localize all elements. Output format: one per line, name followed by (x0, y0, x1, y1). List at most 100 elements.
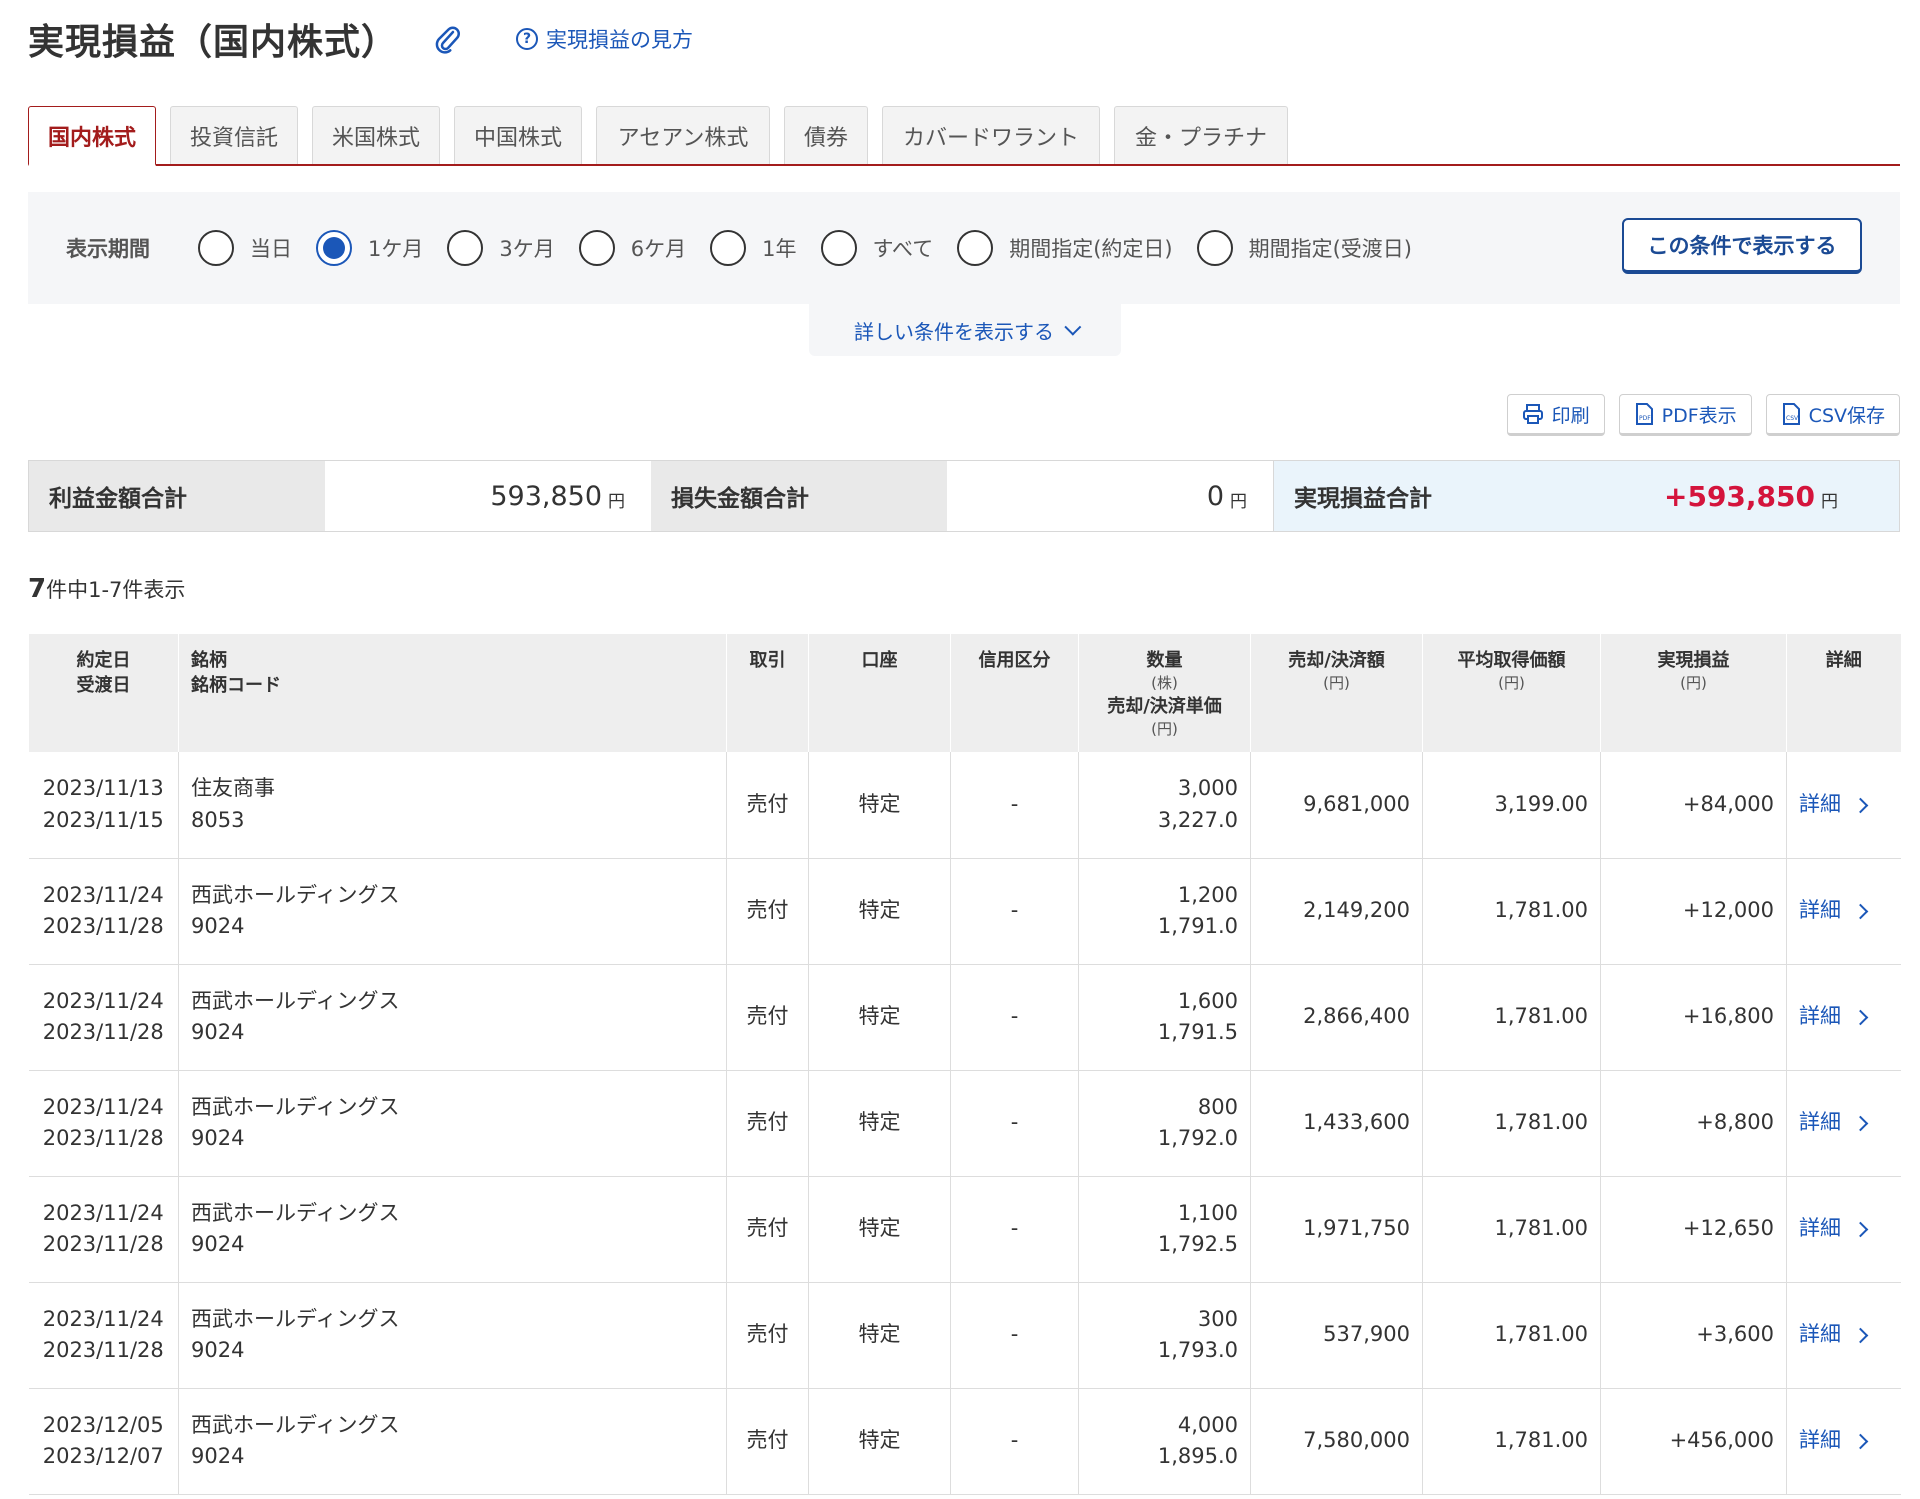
print-label: 印刷 (1551, 404, 1590, 427)
cell-credit: - (950, 1070, 1079, 1177)
table-row: 2023/11/24 2023/11/28 西武ホールディングス 9024 売付 特定 -3… (28, 1282, 1901, 1389)
header-pl-unit: (円) (1680, 674, 1707, 693)
cell-realized-pl: +12,650 (1600, 1176, 1787, 1283)
cell-amount: 2,866,400 (1250, 964, 1423, 1071)
detail-link[interactable]: 詳細 (1787, 1004, 1869, 1028)
cell-account: 特定 (808, 1282, 951, 1389)
cell-account: 特定 (808, 1176, 951, 1283)
cell-qty-price: 1,200 1,791.0 (1078, 858, 1251, 965)
radio-6months[interactable]: 6ケ月 (578, 230, 686, 266)
detail-label: 詳細 (1799, 1216, 1841, 1241)
radio-1year[interactable]: 1年 (710, 230, 797, 266)
header-settle-date: 受渡日 (76, 675, 131, 697)
cell-dates: 2023/11/24 2023/11/28 (28, 964, 179, 1071)
header-security: 銘柄 (191, 650, 227, 671)
page-title: 実現損益（国内株式） (28, 22, 399, 63)
more-conditions-label: 詳しい条件を表示する (854, 319, 1054, 344)
trade-date: 2023/11/24 (42, 1094, 164, 1119)
radio-3months[interactable]: 3ケ月 (447, 230, 555, 266)
sell-price: 1,792.0 (1157, 1126, 1238, 1150)
profit-total-amount: 593,850 (490, 480, 602, 512)
radio-circle[interactable] (447, 230, 484, 266)
cell-trade: 売付 (726, 1282, 809, 1389)
radio-today[interactable]: 当日 (198, 230, 292, 266)
radio-range-trade-date[interactable]: 期間指定(約定日) (957, 230, 1173, 266)
security-name: 西武ホールディングス (191, 1200, 400, 1225)
printer-icon (1522, 404, 1543, 424)
quantity: 3,000 (1177, 776, 1238, 801)
tab-domestic-stock[interactable]: 国内株式 (28, 106, 156, 166)
cell-qty-price: 1,100 1,792.5 (1078, 1176, 1251, 1283)
radio-circle[interactable] (820, 230, 857, 266)
trade-date: 2023/11/24 (42, 882, 164, 907)
trade-date: 2023/11/24 (42, 1306, 164, 1331)
cell-qty-price: 3,000 3,227.0 (1078, 752, 1251, 859)
trade-date: 2023/12/05 (42, 1412, 164, 1437)
apply-filter-button[interactable]: この条件で表示する (1622, 218, 1862, 274)
chevron-right-icon (1852, 1009, 1869, 1026)
radio-circle[interactable] (710, 230, 747, 266)
detail-link[interactable]: 詳細 (1787, 1322, 1869, 1346)
cell-security: 西武ホールディングス 9024 (178, 1070, 727, 1177)
radio-label: すべて (872, 237, 934, 261)
radio-circle-checked[interactable] (316, 230, 352, 266)
radio-label: 期間指定(受渡日) (1248, 237, 1412, 261)
result-range: 件中1-7件表示 (46, 578, 186, 602)
radio-range-settle-date[interactable]: 期間指定(受渡日) (1196, 230, 1412, 266)
radio-circle[interactable] (578, 230, 615, 266)
tab-covered-warrant[interactable]: カバードワラント (882, 106, 1100, 164)
radio-1month[interactable]: 1ケ月 (316, 230, 423, 266)
tab-gold-platinum[interactable]: 金・プラチナ (1114, 106, 1288, 164)
cell-trade: 売付 (726, 752, 809, 859)
cell-credit: - (950, 964, 1079, 1071)
cell-qty-price: 4,000 1,895.0 (1078, 1388, 1251, 1495)
help-link[interactable]: ? 実現損益の見方 (516, 24, 693, 54)
pdf-button[interactable]: PDF PDF表示 (1618, 394, 1752, 436)
cell-security: 住友商事 8053 (178, 752, 727, 859)
quantity: 4,000 (1177, 1412, 1238, 1437)
detail-link[interactable]: 詳細 (1787, 1216, 1869, 1241)
tab-us-stock[interactable]: 米国株式 (312, 106, 440, 164)
col-avg-cost: 平均取得価額 (円) (1422, 634, 1601, 752)
cell-avg-cost: 1,781.00 (1422, 858, 1601, 965)
profit-total-value: 593,850 円 (325, 461, 651, 531)
cell-detail: 詳細 (1786, 1388, 1901, 1495)
radio-label: 3ケ月 (499, 237, 555, 261)
sell-price: 1,791.5 (1157, 1020, 1238, 1044)
trade-date: 2023/11/24 (42, 988, 164, 1013)
radio-circle[interactable] (1196, 230, 1233, 266)
result-total: 7 (28, 574, 47, 604)
detail-link[interactable]: 詳細 (1787, 1428, 1869, 1452)
settle-date: 2023/11/15 (42, 807, 164, 832)
cell-realized-pl: +8,800 (1600, 1070, 1787, 1177)
security-code: 8053 (191, 807, 245, 832)
tab-china-stock[interactable]: 中国株式 (454, 106, 582, 164)
cell-detail: 詳細 (1786, 752, 1901, 859)
detail-link[interactable]: 詳細 (1787, 792, 1869, 816)
security-code: 9024 (191, 1444, 245, 1468)
header-pl: 実現損益 (1657, 650, 1730, 671)
period-filter: 表示期間 当日 1ケ月 3ケ月 6ケ月 1年 すべて 期間指定(約定日) 期間指… (28, 192, 1900, 304)
radio-circle[interactable] (198, 230, 234, 266)
col-detail: 詳細 (1786, 634, 1901, 752)
tab-investment-trust[interactable]: 投資信託 (170, 106, 298, 164)
csv-button[interactable]: CSV CSV保存 (1765, 394, 1900, 436)
sell-price: 1,895.0 (1157, 1444, 1238, 1468)
show-more-conditions[interactable]: 詳しい条件を表示する (809, 304, 1121, 356)
cell-account: 特定 (808, 858, 951, 965)
tab-bonds[interactable]: 債券 (784, 106, 868, 164)
detail-link[interactable]: 詳細 (1787, 898, 1869, 922)
print-button[interactable]: 印刷 (1506, 394, 1605, 436)
cell-trade: 売付 (726, 1176, 809, 1283)
paperclip-icon[interactable] (432, 23, 464, 55)
radio-all[interactable]: すべて (820, 230, 934, 266)
result-count: 7件中1-7件表示 (28, 574, 185, 604)
security-code: 9024 (191, 1338, 245, 1362)
radio-circle[interactable] (957, 230, 994, 266)
tab-asean-stock[interactable]: アセアン株式 (596, 106, 770, 164)
cell-trade: 売付 (726, 964, 809, 1071)
cell-avg-cost: 1,781.00 (1422, 1176, 1601, 1283)
detail-link[interactable]: 詳細 (1787, 1110, 1869, 1134)
security-name: 西武ホールディングス (191, 1094, 400, 1119)
trade-date: 2023/11/24 (42, 1200, 164, 1225)
